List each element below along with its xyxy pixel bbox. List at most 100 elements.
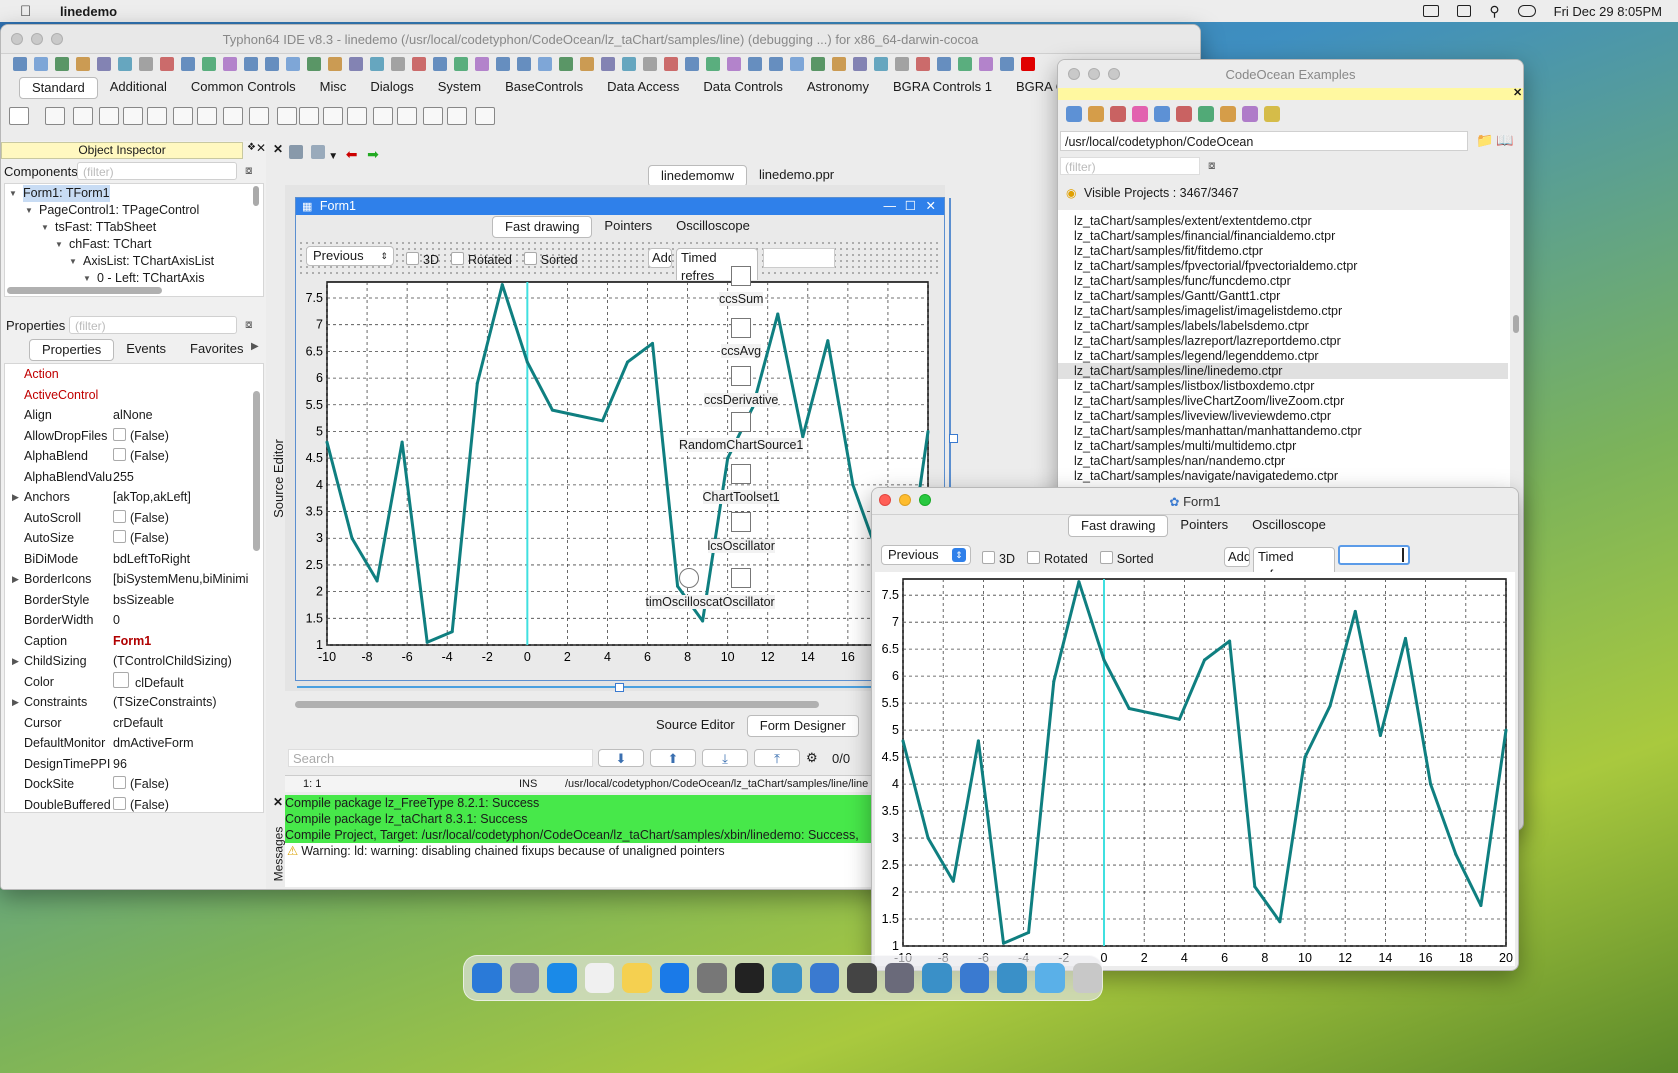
inspector-tab[interactable]: Events [114,339,178,361]
back-arrow-icon[interactable]: ⬅ [346,146,358,162]
property-value[interactable]: (TControlChildSizing) [113,651,253,671]
folder-icon[interactable]: 📁 [1476,132,1493,149]
property-row[interactable]: ▶ Anchors [akTop,akLeft] [5,487,255,508]
components-filter-input[interactable]: (filter) [77,162,237,180]
codeocean-tool-icon[interactable] [1264,106,1280,122]
add-button[interactable]: Add [648,248,672,268]
toolbar-icon[interactable] [538,57,552,71]
tree-node-expander[interactable]: ▼ [83,270,91,287]
toolbar-icon[interactable] [895,57,909,71]
toolbar-icon[interactable] [475,57,489,71]
project-item[interactable]: lz_taChart/samples/imagelist/imagelistde… [1074,304,1342,319]
tree-node-expander[interactable]: ▼ [25,202,33,219]
component-icon[interactable] [347,107,367,125]
toolbar-icon[interactable] [748,57,762,71]
component-icon[interactable] [373,107,393,125]
property-row[interactable]: Align alNone [5,405,255,426]
bottom-tab[interactable]: Source Editor [644,715,747,737]
close-icon[interactable]: ✕ [273,142,283,156]
close-button[interactable] [11,33,23,45]
option-checkbox[interactable]: Rotated [450,252,512,267]
expand-icon[interactable]: ▶ [12,569,19,589]
toolbar-icon[interactable] [76,57,90,71]
toolbar-icon[interactable] [1000,57,1014,71]
property-row[interactable]: Cursor crDefault [5,713,255,734]
maximize-icon[interactable]: ☐ [905,198,916,215]
property-row[interactable]: AlphaBlendValu 255 [5,467,255,488]
safari-icon[interactable] [547,963,577,993]
toolbar-icon[interactable] [412,57,426,71]
interval-field[interactable] [1338,545,1410,565]
run-tab[interactable]: Fast drawing [1068,515,1169,537]
clear-filter-icon[interactable]: ⧇ [245,317,253,332]
typhon-icon[interactable] [772,963,802,993]
property-row[interactable]: AlphaBlend (False) [5,446,255,467]
palette-tab[interactable]: Additional [98,77,179,99]
project-item[interactable]: lz_taChart/samples/func/funcdemo.ctpr [1074,274,1291,289]
designer-tab[interactable]: Oscilloscope [664,216,762,238]
component-icon[interactable] [447,107,467,125]
project-item[interactable]: lz_taChart/samples/listbox/listboxdemo.c… [1074,379,1314,394]
toolbar-icon[interactable] [979,57,993,71]
messages-vertical-tab[interactable]: Messages [271,827,285,882]
toolbar-icon[interactable] [391,57,405,71]
find-first-button[interactable]: ⤒ [754,749,800,767]
component-icon[interactable] [731,512,751,532]
search-icon[interactable]: ⚲ [1489,3,1499,20]
zoom-button[interactable] [919,494,931,506]
property-row[interactable]: AllowDropFiles (False) [5,426,255,447]
close-icon[interactable]: ✕ [1513,86,1522,99]
project-item[interactable]: lz_taChart/samples/fit/fitdemo.ctpr [1074,244,1263,259]
previous-select[interactable]: Previous ⇕ [881,545,971,565]
toolbar-icon[interactable] [34,57,48,71]
component-icon[interactable] [397,107,417,125]
toolbar-icon[interactable] [916,57,930,71]
property-value[interactable]: alNone [113,405,253,425]
properties-filter-input[interactable]: (filter) [69,316,237,334]
checkbox[interactable] [1099,551,1113,564]
project-item[interactable]: lz_taChart/samples/nan/nandemo.ctpr [1074,454,1285,469]
codeocean-tool-icon[interactable] [1220,106,1236,122]
run-tab[interactable]: Oscilloscope [1240,515,1338,537]
tree-node-expander[interactable]: ▼ [69,253,77,270]
designer-hscroll[interactable] [295,701,819,708]
property-value[interactable]: 0 [113,610,253,630]
toolbar-icon[interactable] [160,57,174,71]
toolbar-icon[interactable] [580,57,594,71]
inspector-tab[interactable]: Properties [29,339,115,361]
toolbar-icon[interactable] [286,57,300,71]
checkbox[interactable] [406,252,419,265]
project-item[interactable]: lz_taChart/samples/liveview/liveviewdemo… [1074,409,1331,424]
component-icon[interactable] [73,107,93,125]
zoom-button[interactable] [1108,68,1120,80]
toolbar-icon[interactable] [433,57,447,71]
editor-tab[interactable]: linedemomw [648,165,747,187]
checkbox[interactable] [1026,551,1040,564]
palette-tab[interactable]: Dialogs [358,77,425,99]
codeocean-tool-icon[interactable] [1132,106,1148,122]
calendar-icon[interactable] [584,963,615,993]
component-icon[interactable] [731,464,751,484]
tree-node-expander[interactable]: ▼ [9,185,17,202]
codeocean-tool-icon[interactable] [1088,106,1104,122]
property-value[interactable]: [akTop,akLeft] [113,487,253,507]
property-row[interactable]: ▶ Constraints (TSizeConstraints) [5,692,255,713]
property-value[interactable]: (TSizeConstraints) [113,692,253,712]
toolbar-icon[interactable] [706,57,720,71]
typhon-icon[interactable] [922,963,952,993]
toolbar-icon[interactable] [496,57,510,71]
property-value[interactable]: bsSizeable [113,590,253,610]
dropdown-icon[interactable]: ▼ [328,151,338,162]
close-icon[interactable]: ✕ [273,795,283,809]
find-next-button[interactable]: ⬇ [598,749,644,767]
toolbar-icon[interactable] [937,57,951,71]
search-input[interactable]: Search [288,749,593,767]
project-item[interactable]: lz_taChart/samples/legend/legenddemo.ctp… [1074,349,1319,364]
control-center-icon[interactable] [1517,5,1536,17]
expand-icon[interactable]: ▶ [12,692,19,712]
x-icon[interactable] [847,963,877,993]
property-row[interactable]: ActiveControl [5,385,255,406]
inspector-tab[interactable]: Favorites [178,339,255,361]
toolbar-icon[interactable] [97,57,111,71]
toolbar-icon[interactable] [223,57,237,71]
